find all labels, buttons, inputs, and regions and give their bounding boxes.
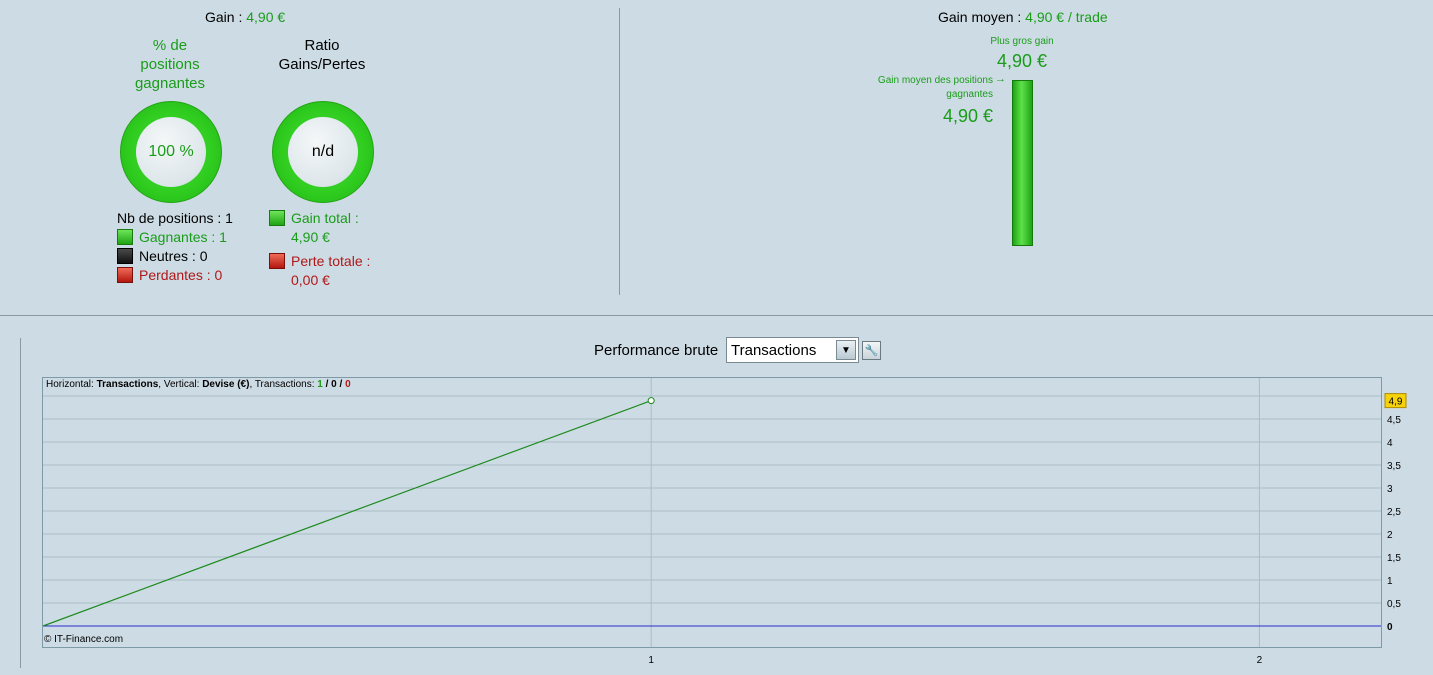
y-tick-label: 3 — [1387, 484, 1393, 495]
y-tick-label: 0,5 — [1387, 599, 1401, 610]
y-tick-label: 4 — [1387, 438, 1393, 449]
data-point — [647, 397, 655, 405]
y-tick-label: 1,5 — [1387, 553, 1401, 564]
series-line — [42, 400, 652, 627]
copyright: © IT-Finance.com — [44, 634, 124, 645]
last-value-label: 4,9 — [1389, 397, 1403, 408]
y-tick-label: 2 — [1387, 530, 1393, 541]
x-tick-label: 1 — [648, 655, 654, 666]
performance-chart: 0,5 1 1,5 2 2,5 3 3,5 4 4,5 1 2 0 4,9 — [42, 378, 1407, 666]
chart-info: Horizontal: Transactions, Vertical: Devi… — [46, 379, 351, 390]
x-tick-label: 2 — [1257, 655, 1263, 666]
y-tick-label: 1 — [1387, 576, 1393, 587]
y-tick-label: 3,5 — [1387, 461, 1401, 472]
y-zero-label: 0 — [1387, 622, 1393, 633]
y-tick-label: 2,5 — [1387, 507, 1401, 518]
y-tick-label: 4,5 — [1387, 415, 1401, 426]
